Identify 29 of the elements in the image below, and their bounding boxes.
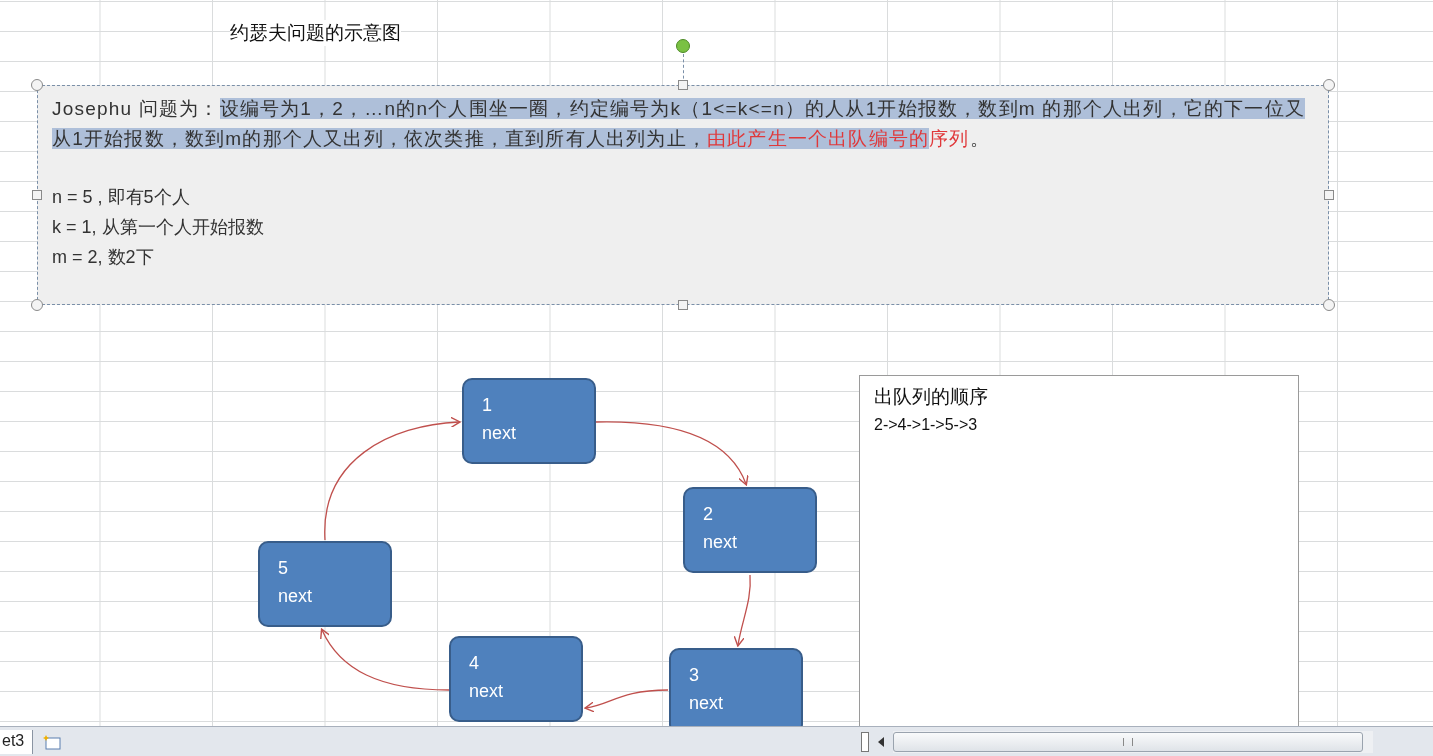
node-label: next [469,680,504,702]
resize-handle[interactable] [1323,79,1335,91]
rotate-handle[interactable] [676,39,690,53]
diagram-title: 约瑟夫问题的示意图 [230,20,401,46]
split-handle[interactable] [861,731,869,752]
node-label: next [703,531,738,553]
resize-handle[interactable] [1324,190,1334,200]
sheet-tab[interactable]: et3 [0,729,34,754]
node-label: next [689,692,724,714]
parameter-line: k = 1, 从第一个人开始报数 [52,216,264,239]
node-number: 2 [703,503,713,525]
node-number: 1 [482,394,492,416]
node-label: next [482,422,517,444]
resize-handle[interactable] [31,79,43,91]
node-number: 5 [278,557,288,579]
result-order: 2->4->1->5->3 [874,416,978,434]
resize-handle[interactable] [678,300,688,310]
node-label: next [278,585,313,607]
resize-handle[interactable] [1323,299,1335,311]
resize-handle[interactable] [32,190,42,200]
node-number: 4 [469,652,479,674]
parameter-line: n = 5 , 即有5个人 [52,186,190,209]
problem-description: Josephu 问题为：设编号为1，2，…n的n个人围坐一圈，约定编号为k（1<=k<=n）的人从1开始报数，数到m 的那个人出列，它的下一位又从1开始报数，数到m的那个人又出列，依次类推，直到所有人出列为止，由此产生一个出队编号的序列。 [52,97,1306,151]
node-number: 3 [689,664,699,686]
parameter-line: m = 2, 数2下 [52,246,154,269]
text-box[interactable]: Josephu 问题为：设编号为1，2，…n的n个人围坐一圈，约定编号为k（1<=k<=n）的人从1开始报数，数到m 的那个人出列，它的下一位又从1开始报数，数到m的那个人又出列，依次类推，直到所有人出列为止，由此产生一个出队编号的序列。 n = 5 , 即有5个人 k = 1, 从第一个人开始报数 m = 2, 数2下 [37,85,1329,305]
result-heading: 出队列的顺序 [874,384,988,409]
resize-handle[interactable] [678,80,688,90]
resize-handle[interactable] [31,299,43,311]
